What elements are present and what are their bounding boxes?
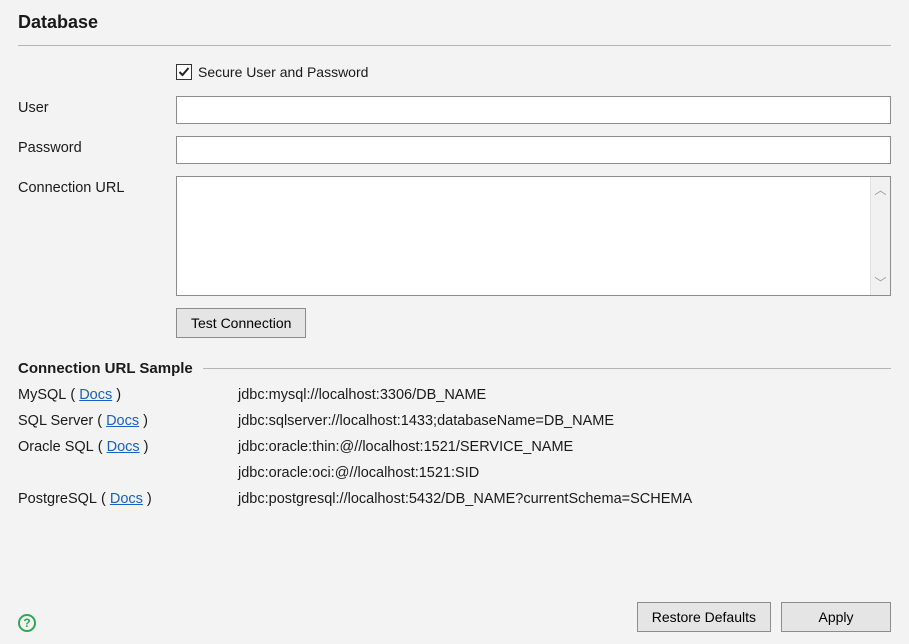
- sample-name: MySQL: [18, 387, 66, 403]
- scrollbar[interactable]: ︿ ﹀: [870, 177, 890, 295]
- paren: ): [116, 387, 121, 403]
- paren: ): [144, 439, 149, 455]
- help-icon[interactable]: ?: [18, 614, 36, 632]
- apply-button[interactable]: Apply: [781, 602, 891, 632]
- paren: ): [147, 491, 152, 507]
- sample-url: jdbc:mysql://localhost:3306/DB_NAME: [238, 387, 891, 403]
- user-label: User: [18, 96, 168, 116]
- connection-url-input[interactable]: [177, 177, 870, 295]
- docs-link-mysql[interactable]: Docs: [79, 387, 112, 403]
- paren: (: [98, 439, 103, 455]
- divider: [203, 368, 891, 369]
- sample-grid: MySQL (Docs) jdbc:mysql://localhost:3306…: [18, 387, 891, 507]
- sample-url: jdbc:postgresql://localhost:5432/DB_NAME…: [238, 491, 891, 507]
- divider: [18, 45, 891, 46]
- sample-name: Oracle SQL: [18, 439, 94, 455]
- test-connection-button[interactable]: Test Connection: [176, 308, 306, 338]
- secure-label: Secure User and Password: [198, 64, 368, 80]
- password-label: Password: [18, 136, 168, 156]
- chevron-up-icon: ︿: [874, 177, 886, 202]
- password-input[interactable]: [176, 136, 891, 164]
- docs-link-sqlserver[interactable]: Docs: [106, 413, 139, 429]
- secure-checkbox[interactable]: [176, 64, 192, 80]
- sample-url: jdbc:oracle:thin:@//localhost:1521/SERVI…: [238, 439, 891, 455]
- sample-section-title: Connection URL Sample: [18, 360, 193, 377]
- paren: ): [143, 413, 148, 429]
- paren: (: [97, 413, 102, 429]
- docs-link-postgres[interactable]: Docs: [110, 491, 143, 507]
- sample-name: SQL Server: [18, 413, 93, 429]
- sample-name: PostgreSQL: [18, 491, 97, 507]
- docs-link-oracle[interactable]: Docs: [107, 439, 140, 455]
- page-title: Database: [18, 12, 891, 33]
- chevron-down-icon: ﹀: [874, 270, 886, 295]
- paren: (: [101, 491, 106, 507]
- user-input[interactable]: [176, 96, 891, 124]
- connection-url-label: Connection URL: [18, 176, 168, 196]
- paren: (: [70, 387, 75, 403]
- restore-defaults-button[interactable]: Restore Defaults: [637, 602, 771, 632]
- sample-url: jdbc:sqlserver://localhost:1433;database…: [238, 413, 891, 429]
- check-icon: [178, 66, 190, 78]
- sample-url: jdbc:oracle:oci:@//localhost:1521:SID: [238, 465, 891, 481]
